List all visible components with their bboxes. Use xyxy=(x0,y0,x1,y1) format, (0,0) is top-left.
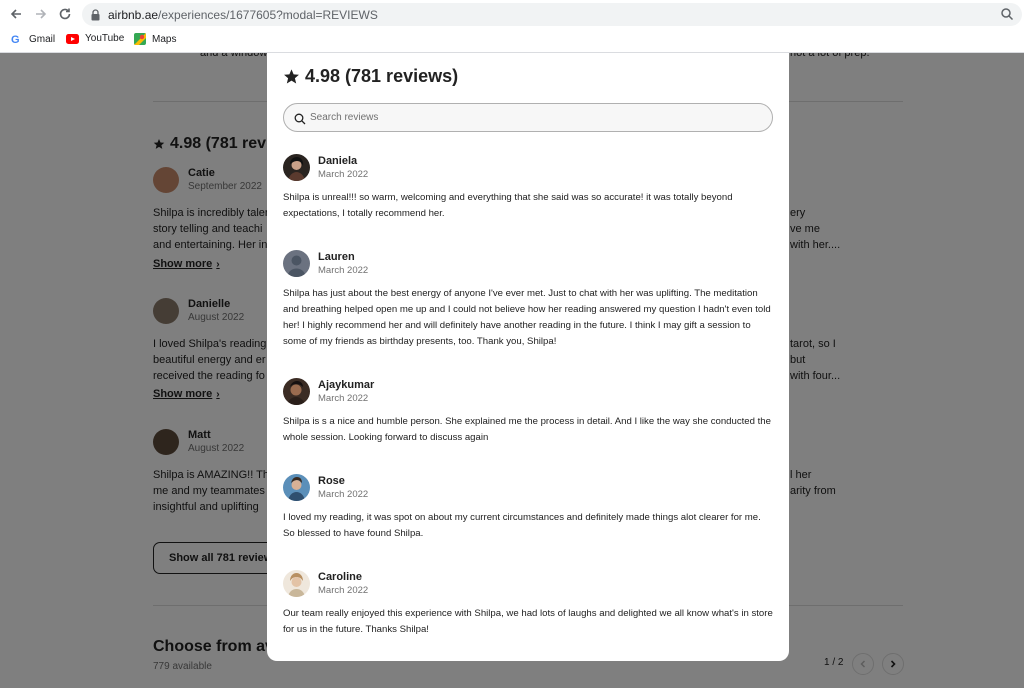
address-bar[interactable]: airbnb.ae/experiences/1677605?modal=REVI… xyxy=(82,3,1022,26)
avatar xyxy=(283,570,310,597)
bookmark-gmail[interactable]: G Gmail xyxy=(11,33,56,46)
reviewer-name: Caroline xyxy=(318,571,363,583)
rating-text: 4.98 (781 reviews) xyxy=(305,66,459,86)
review-text: Shilpa has just about the best energy of… xyxy=(283,288,771,347)
bookmarks-bar: G Gmail YouTube Maps xyxy=(0,31,1024,51)
browser-toolbar: airbnb.ae/experiences/1677605?modal=REVI… xyxy=(0,0,1024,29)
lock-icon xyxy=(91,8,100,26)
review-date: March 2022 xyxy=(318,489,369,500)
browser-chrome: airbnb.ae/experiences/1677605?modal=REVI… xyxy=(0,0,1024,53)
review-text: Shilpa is s a nice and humble person. Sh… xyxy=(283,416,771,443)
review-text: Shilpa is unreal!!! so warm, welcoming a… xyxy=(283,192,733,219)
avatar xyxy=(283,250,310,277)
review-text: I loved my reading, it was spot on about… xyxy=(283,512,761,539)
reviewer-name: Lauren xyxy=(318,251,355,263)
avatar xyxy=(283,378,310,405)
back-arrow-icon[interactable] xyxy=(6,4,26,24)
gmail-icon: G xyxy=(11,33,23,45)
reload-icon[interactable] xyxy=(55,4,75,24)
bookmark-label: Maps xyxy=(152,33,177,45)
reviewer-name: Ajaykumar xyxy=(318,379,375,391)
bookmark-label: YouTube xyxy=(85,33,125,44)
search-reviews-field[interactable] xyxy=(283,103,773,132)
forward-arrow-icon[interactable] xyxy=(31,4,51,24)
reviewer-name: Rose xyxy=(318,475,345,487)
reviews-modal: 4.98 (781 reviews) Daniela March 2022 Sh… xyxy=(267,53,789,661)
review-date: March 2022 xyxy=(318,169,369,180)
svg-text:G: G xyxy=(11,34,20,45)
bookmark-youtube[interactable]: YouTube xyxy=(66,33,124,44)
search-input[interactable] xyxy=(310,112,750,123)
avatar xyxy=(283,474,310,501)
star-icon xyxy=(284,69,299,84)
zoom-icon[interactable] xyxy=(1000,7,1014,26)
bookmark-maps[interactable]: Maps xyxy=(134,33,176,45)
review-date: March 2022 xyxy=(318,393,369,404)
reviewer-name: Daniela xyxy=(318,155,358,167)
modal-rating-heading: 4.98 (781 reviews) xyxy=(283,66,458,87)
review-date: March 2022 xyxy=(318,585,369,596)
address-url: airbnb.ae/experiences/1677605?modal=REVI… xyxy=(108,8,378,22)
review-text: Our team really enjoyed this experience … xyxy=(283,608,773,635)
search-icon xyxy=(294,112,306,130)
youtube-icon xyxy=(66,33,79,44)
bookmark-label: Gmail xyxy=(29,33,56,45)
avatar xyxy=(283,154,310,181)
review-date: March 2022 xyxy=(318,265,369,276)
maps-icon xyxy=(134,33,146,45)
